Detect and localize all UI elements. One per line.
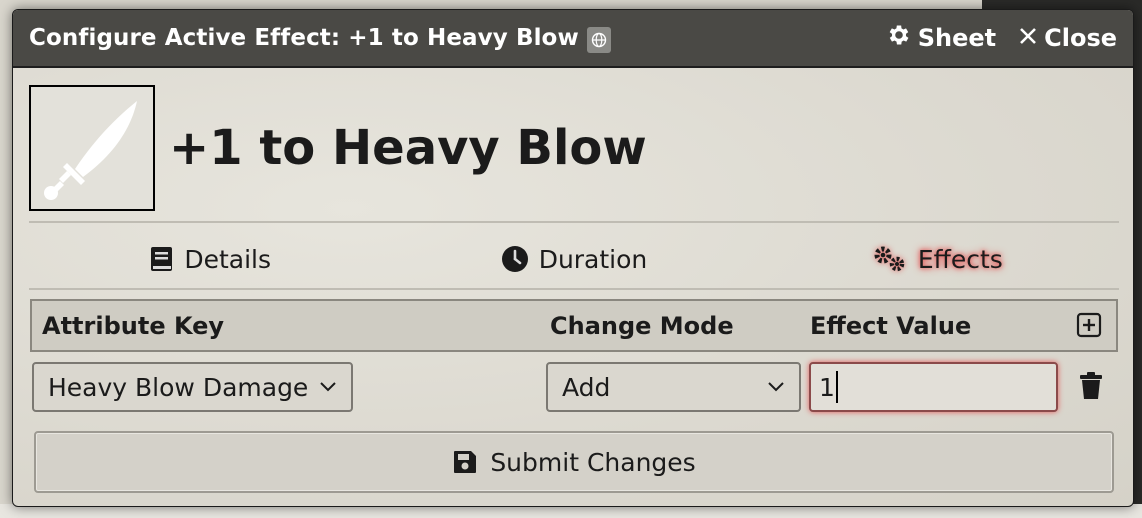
book-icon: [151, 247, 173, 271]
attribute-key-value: Heavy Blow Damage: [48, 372, 309, 402]
divider: [29, 221, 1119, 223]
text-caret: [835, 371, 838, 403]
chevron-down-icon: [320, 382, 336, 392]
tab-duration[interactable]: Duration: [392, 234, 755, 284]
change-mode-value: Add: [562, 372, 611, 402]
effect-image[interactable]: [29, 85, 155, 211]
gear-icon: [886, 22, 912, 54]
gears-icon: [874, 246, 905, 272]
header-effect-value: Effect Value: [810, 311, 972, 340]
change-mode-select[interactable]: Add: [546, 362, 801, 412]
tab-duration-label: Duration: [538, 244, 648, 274]
effect-header: +1 to Heavy Blow: [29, 85, 647, 211]
chevron-down-icon: [768, 382, 784, 392]
effect-value-text: 1: [819, 372, 835, 402]
save-icon: [454, 451, 477, 473]
tab-effects[interactable]: Effects: [756, 234, 1119, 284]
sheet-label: Sheet: [917, 24, 997, 52]
tab-effects-label: Effects: [917, 244, 1003, 274]
close-icon: [1018, 24, 1038, 52]
header-attribute-key: Attribute Key: [42, 311, 225, 340]
effect-name[interactable]: +1 to Heavy Blow: [169, 120, 647, 176]
effect-value-input[interactable]: 1: [809, 362, 1058, 412]
delete-change-button[interactable]: [1079, 372, 1103, 404]
active-effect-config-window: Configure Active Effect: +1 to Heavy Blo…: [12, 9, 1134, 507]
submit-changes-button[interactable]: Submit Changes: [34, 431, 1114, 493]
window-titlebar[interactable]: Configure Active Effect: +1 to Heavy Blo…: [13, 10, 1133, 68]
plus-square-icon: [1076, 312, 1102, 338]
clock-icon: [501, 246, 528, 272]
sheet-tabs: Details Duration Effects: [29, 234, 1119, 284]
tab-details-label: Details: [184, 244, 271, 274]
tab-details[interactable]: Details: [29, 234, 392, 284]
attribute-key-select[interactable]: Heavy Blow Damage: [32, 362, 353, 412]
globe-icon[interactable]: [586, 27, 611, 53]
sheet-button[interactable]: Sheet: [886, 22, 996, 54]
trash-icon: [1080, 372, 1102, 399]
close-button[interactable]: Close: [1018, 24, 1117, 52]
sword-icon: [44, 101, 137, 200]
divider: [29, 288, 1119, 290]
changes-table-header: Attribute Key Change Mode Effect Value: [30, 299, 1118, 352]
add-change-button[interactable]: [1076, 312, 1102, 344]
header-change-mode: Change Mode: [550, 311, 734, 340]
close-label: Close: [1044, 24, 1117, 52]
window-title: Configure Active Effect: +1 to Heavy Blo…: [29, 25, 579, 51]
submit-label: Submit Changes: [490, 447, 696, 477]
